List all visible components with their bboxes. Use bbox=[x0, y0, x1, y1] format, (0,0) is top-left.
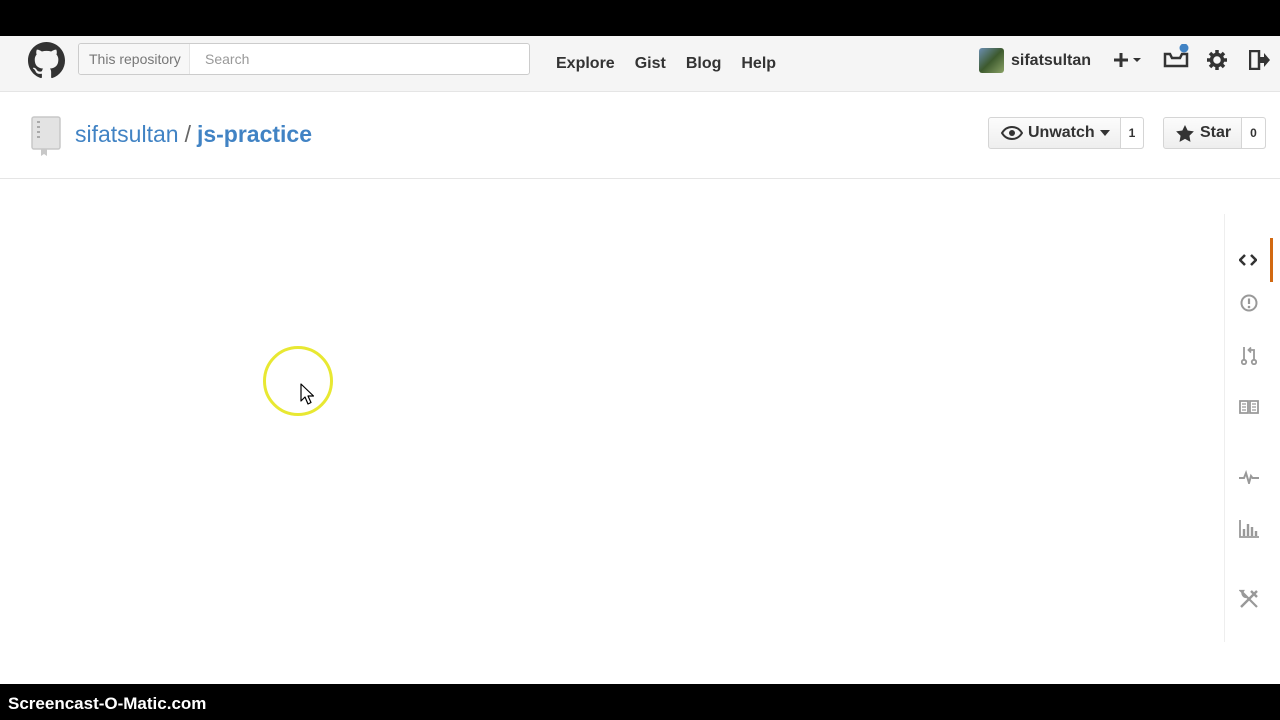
user-menu[interactable]: sifatsultan bbox=[979, 48, 1091, 73]
chevron-down-icon bbox=[1099, 130, 1110, 136]
gear-icon[interactable] bbox=[1207, 50, 1227, 70]
wiki-icon bbox=[1239, 400, 1259, 414]
stargazers-count[interactable]: 0 bbox=[1241, 118, 1265, 148]
issues-icon bbox=[1240, 294, 1258, 312]
sidebar-item-code[interactable] bbox=[1225, 238, 1273, 282]
screen-recording-bottom-bar: Screencast-O-Matic.com bbox=[0, 684, 1280, 720]
nav-help-link[interactable]: Help bbox=[741, 55, 776, 73]
site-search: This repository bbox=[78, 43, 531, 75]
pull-requests-icon bbox=[1241, 346, 1257, 365]
nav-blog-link[interactable]: Blog bbox=[686, 55, 722, 73]
create-new-icon[interactable] bbox=[1114, 50, 1144, 70]
repo-header: sifatsultan / js-practice Unwatch 1 Star… bbox=[0, 92, 1280, 179]
sidebar-item-graphs[interactable] bbox=[1225, 516, 1273, 542]
repo-title: sifatsultan / js-practice bbox=[75, 121, 312, 148]
sidebar-item-pulse[interactable] bbox=[1225, 464, 1273, 490]
star-icon bbox=[1176, 124, 1194, 142]
browser-page: This repository Explore Gist Blog Help s… bbox=[0, 36, 1280, 684]
repo-sidebar-nav bbox=[1224, 214, 1273, 642]
nav-gist-link[interactable]: Gist bbox=[635, 55, 666, 73]
sidebar-item-issues[interactable] bbox=[1225, 290, 1273, 316]
repo-title-separator: / bbox=[184, 121, 191, 147]
header-nav: Explore Gist Blog Help bbox=[556, 36, 796, 91]
eye-icon bbox=[1001, 126, 1023, 140]
mouse-cursor-icon bbox=[300, 383, 314, 405]
unwatch-label: Unwatch bbox=[1028, 124, 1095, 141]
code-icon bbox=[1238, 254, 1257, 266]
avatar[interactable] bbox=[979, 48, 1004, 73]
search-input[interactable] bbox=[199, 44, 531, 74]
recorder-watermark: Screencast-O-Matic.com bbox=[8, 694, 207, 713]
sidebar-item-settings[interactable] bbox=[1225, 586, 1273, 612]
graphs-icon bbox=[1239, 520, 1259, 538]
star-button[interactable]: Star bbox=[1164, 124, 1241, 142]
cursor-highlight-ring bbox=[263, 346, 333, 416]
search-scope-label[interactable]: This repository bbox=[79, 44, 190, 74]
watchers-count[interactable]: 1 bbox=[1119, 118, 1144, 148]
notifications-icon[interactable] bbox=[1163, 44, 1189, 70]
sidebar-item-pull-requests[interactable] bbox=[1225, 342, 1273, 368]
site-header: This repository Explore Gist Blog Help s… bbox=[0, 36, 1280, 92]
nav-explore-link[interactable]: Explore bbox=[556, 55, 615, 73]
sidebar-item-wiki[interactable] bbox=[1225, 394, 1273, 420]
star-label: Star bbox=[1200, 124, 1232, 141]
username-link[interactable]: sifatsultan bbox=[1011, 52, 1091, 70]
pulse-icon bbox=[1239, 470, 1259, 484]
repo-icon bbox=[31, 116, 61, 156]
repo-name-link[interactable]: js-practice bbox=[197, 121, 312, 147]
unwatch-button[interactable]: Unwatch bbox=[989, 124, 1120, 142]
github-logo-icon[interactable] bbox=[28, 42, 65, 79]
star-button-group: Star 0 bbox=[1163, 117, 1266, 149]
tools-icon bbox=[1239, 589, 1258, 608]
repo-owner-link[interactable]: sifatsultan bbox=[75, 121, 179, 147]
watch-button-group: Unwatch 1 bbox=[988, 117, 1145, 149]
screen-recording-top-bar bbox=[0, 0, 1280, 36]
sign-out-icon[interactable] bbox=[1249, 50, 1271, 70]
